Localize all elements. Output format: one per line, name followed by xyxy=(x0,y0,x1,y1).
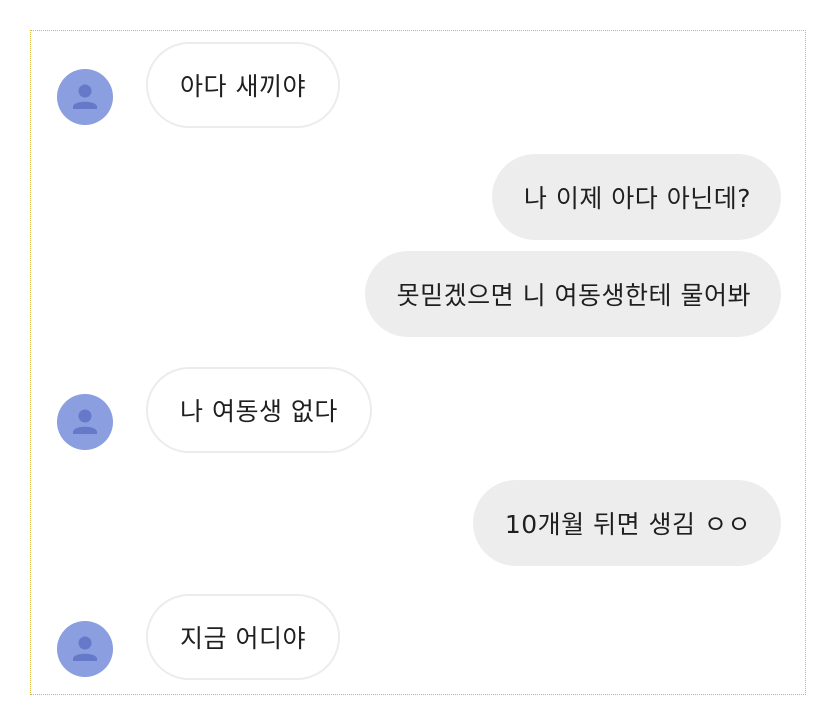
person-icon xyxy=(73,636,97,661)
avatar[interactable] xyxy=(57,69,113,125)
message-text: 지금 어디야 xyxy=(180,624,306,653)
message-text: 못믿겠으면 니 여동생한테 물어봐 xyxy=(396,281,751,310)
person-icon xyxy=(73,409,97,434)
avatar[interactable] xyxy=(57,621,113,677)
avatar[interactable] xyxy=(57,394,113,450)
message-bubble-incoming: 지금 어디야 xyxy=(146,594,340,680)
message-text: 나 여동생 없다 xyxy=(180,397,338,426)
message-bubble-outgoing: 나 이제 아다 아닌데? xyxy=(491,154,781,240)
message-bubble-incoming: 아다 새끼야 xyxy=(146,42,340,128)
message-bubble-outgoing: 10개월 뒤면 생김 ㅇㅇ xyxy=(472,480,781,566)
person-icon xyxy=(73,84,97,109)
message-bubble-outgoing: 못믿겠으면 니 여동생한테 물어봐 xyxy=(364,251,781,337)
message-text: 나 이제 아다 아닌데? xyxy=(523,184,751,213)
chat-frame xyxy=(30,30,806,695)
message-text: 10개월 뒤면 생김 ㅇㅇ xyxy=(504,510,751,539)
message-text: 아다 새끼야 xyxy=(180,72,306,101)
message-bubble-incoming: 나 여동생 없다 xyxy=(146,367,372,453)
